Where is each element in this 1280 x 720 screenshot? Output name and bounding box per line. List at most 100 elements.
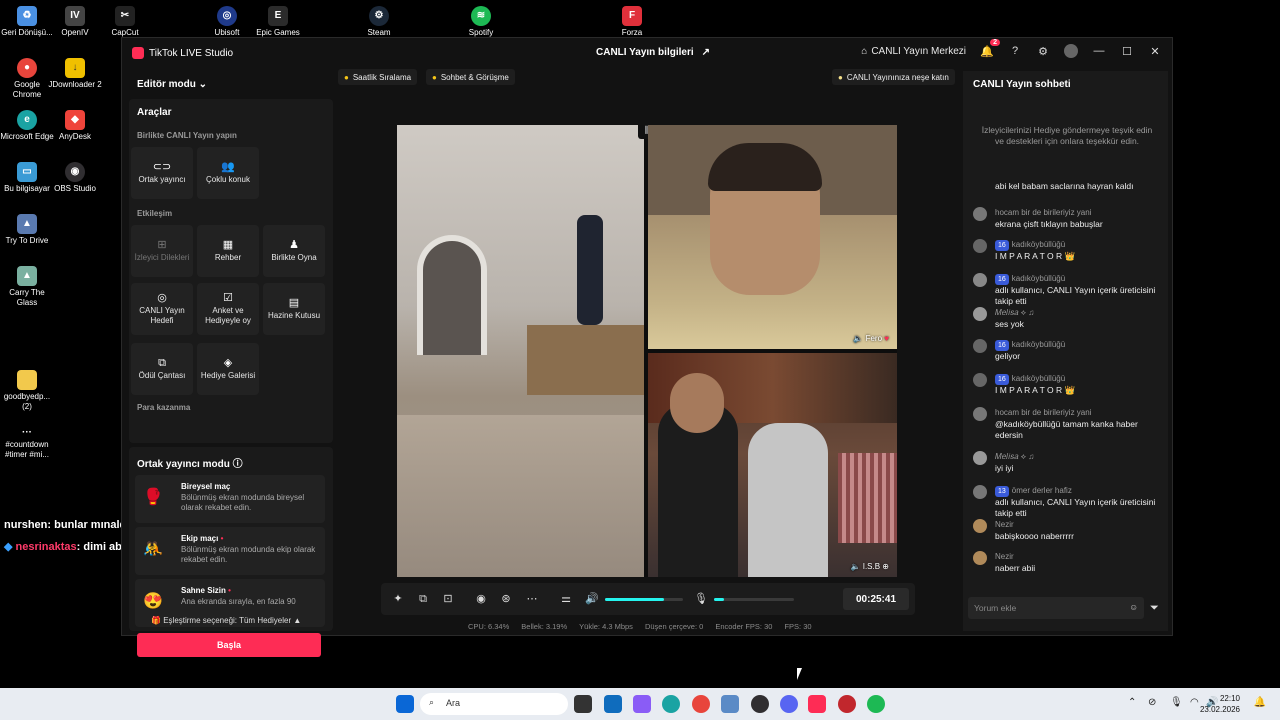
taskbar-search[interactable]: ⌕ Ara (420, 693, 568, 715)
cohost-button[interactable]: ⊂⊃ Ortak yayıncı (131, 147, 193, 199)
bell-tray-icon[interactable]: 🔔 (1254, 697, 1266, 708)
hourly-ranking-chip[interactable]: ● Saatlik Sıralama (338, 69, 418, 85)
record-icon[interactable]: ◉ (474, 592, 488, 606)
folder-icon[interactable]: goodbyedp... (2) (0, 370, 54, 412)
this-pc-icon[interactable]: ▭ Bu bilgisayar (0, 162, 54, 194)
task-view-icon[interactable] (574, 695, 592, 713)
chat-call-chip[interactable]: ● Sohbet & Görüşme (426, 69, 515, 85)
chat-username[interactable]: 𝑀𝑒𝑙𝑖𝑠𝑎 ⟡ ♫ (995, 307, 1034, 318)
avatar[interactable] (973, 551, 987, 565)
magic-wand-icon[interactable]: ✦ (391, 592, 405, 606)
countdown-file-icon[interactable]: ··· #countdown #timer #mi... (0, 428, 54, 460)
camera-switch-icon[interactable]: ⊛ (499, 592, 513, 606)
help-icon[interactable]: ⓘ (233, 459, 243, 470)
start-menu-icon[interactable] (396, 695, 414, 713)
chat-username[interactable]: Nezir (995, 519, 1014, 530)
recycle-bin-icon[interactable]: ♻ Geri Dönüşü... (0, 6, 54, 38)
more-icon[interactable]: ⋯ (525, 592, 539, 606)
avatar[interactable] (973, 451, 987, 465)
solo-match-option[interactable]: 🥊 Bireysel maç Bölünmüş ekran modunda bire… (135, 475, 325, 523)
filter-icon[interactable]: ⏷ (1150, 602, 1159, 615)
tiktok-live-taskbar-icon[interactable] (808, 695, 826, 713)
chrome-taskbar-icon[interactable] (692, 695, 710, 713)
emoji-icon[interactable]: ☺ (1129, 602, 1138, 612)
avatar[interactable] (973, 519, 987, 533)
editor-mode-dropdown[interactable]: Editör modu ⌄ (137, 79, 207, 90)
avatar[interactable] (973, 273, 987, 287)
capcut-icon[interactable]: ✂ CapCut (98, 6, 152, 38)
settings-taskbar-icon[interactable] (721, 695, 739, 713)
jdownloader-icon[interactable]: ↓ JDownloader 2 (48, 58, 102, 90)
treasure-box-button[interactable]: ▤ Hazine Kutusu (263, 283, 325, 335)
obs-icon[interactable]: ◉ OBS Studio (48, 162, 102, 194)
chat-username[interactable]: 16 kadıköybüllüğü (995, 339, 1065, 351)
discord-icon[interactable] (780, 695, 798, 713)
mic-tray-icon[interactable]: 🎙 (1170, 697, 1183, 708)
match-option-dropdown[interactable]: 🎁 Eşleştirme seçeneği: Tüm Hediyeler ▲ (151, 616, 301, 625)
join-fun-chip[interactable]: ● CANLI Yayınınıza neşe katın (832, 69, 955, 85)
chrome-icon[interactable]: ● Google Chrome (0, 58, 54, 100)
chat-username[interactable]: hocam bir de birileriyiz yani (995, 207, 1091, 218)
spotify-icon[interactable]: ≋ Spotify (454, 6, 508, 38)
guide-button[interactable]: ▦ Rehber (197, 225, 259, 277)
multi-guest-button[interactable]: 👥 Çoklu konuk (197, 147, 259, 199)
avatar[interactable] (1064, 44, 1078, 58)
spotify-taskbar-icon[interactable] (867, 695, 885, 713)
capture-taskbar-icon[interactable] (838, 695, 856, 713)
close-button[interactable]: ✕ (1148, 44, 1162, 58)
notification-bell-icon[interactable]: 🔔 2 (980, 39, 1000, 58)
edge-icon[interactable]: e Microsoft Edge (0, 110, 54, 142)
steam-icon[interactable]: ⚙ Steam (352, 6, 406, 38)
avatar[interactable] (973, 307, 987, 321)
chat-username[interactable]: Nezir (995, 551, 1014, 562)
chat-username[interactable]: hocam bir de birileriyiz yani (995, 407, 1091, 418)
tray-chevron-icon[interactable]: ⌃ (1128, 697, 1136, 708)
mic-volume-slider[interactable] (714, 598, 794, 601)
chat-username[interactable]: 16 kadıköybüllüğü (995, 273, 1065, 285)
live-preview[interactable]: ⫼ 🔈 Fero ♥ 🔈 I.S.B ⊕ (397, 125, 897, 577)
edge-taskbar-icon[interactable] (662, 695, 680, 713)
carry-the-glass-icon[interactable]: ▲ Carry The Glass (0, 266, 54, 308)
copilot-icon[interactable] (633, 695, 651, 713)
speaker-icon[interactable]: 🔊 (585, 592, 599, 606)
screen-capture-icon[interactable]: ⊡ (441, 592, 455, 606)
avatar[interactable] (973, 373, 987, 387)
live-info-title[interactable]: CANLI Yayın bilgileri ↗ (596, 47, 710, 58)
chat-list[interactable]: abi kel babam saclarına hayran kaldı hoca… (963, 181, 1168, 599)
try-to-drive-icon[interactable]: ▲ Try To Drive (0, 214, 54, 246)
maximize-button[interactable]: ☐ (1120, 44, 1134, 58)
help-icon[interactable]: ? (1008, 44, 1022, 58)
chat-username[interactable]: 16 kadıköybüllüğü (995, 239, 1065, 251)
start-button[interactable]: Başla (137, 633, 321, 657)
ubisoft-icon[interactable]: ◎ Ubisoft (200, 6, 254, 38)
viewer-requests-button[interactable]: ⊞ İzleyici Dilekleri (131, 225, 193, 277)
avatar[interactable] (973, 207, 987, 221)
forza-icon[interactable]: F Forza (605, 6, 659, 38)
microphone-icon[interactable]: 🎙 (694, 592, 708, 606)
chat-username[interactable]: 13 ömer derler hafiz (995, 485, 1072, 497)
outlook-icon[interactable] (604, 695, 622, 713)
epic-games-icon[interactable]: E Epic Games (251, 6, 305, 38)
network-icon[interactable]: ⊘ (1148, 697, 1156, 708)
team-match-option[interactable]: 🤼 Ekip maçı • Bölünmüş ekran modunda ekip … (135, 527, 325, 575)
wifi-icon[interactable]: ◠ (1190, 697, 1199, 708)
avatar[interactable] (973, 339, 987, 353)
obs-taskbar-icon[interactable] (751, 695, 769, 713)
minimize-button[interactable]: — (1092, 44, 1106, 58)
chat-username[interactable]: 16 kadıköybüllüğü (995, 373, 1065, 385)
live-center-link[interactable]: ⌂ CANLI Yayın Merkezi (861, 46, 966, 57)
gear-icon[interactable]: ⚙ (1036, 44, 1050, 58)
openiv-icon[interactable]: IV OpenIV (48, 6, 102, 38)
gift-gallery-button[interactable]: ◈ Hediye Galerisi (197, 343, 259, 395)
reward-bag-button[interactable]: ⧉ Ödül Çantası (131, 343, 193, 395)
poll-button[interactable]: ☑ Anket ve Hediyeyle oy (197, 283, 259, 335)
settings-sliders-icon[interactable]: ⚌ (559, 592, 573, 606)
avatar[interactable] (973, 485, 987, 499)
avatar[interactable] (973, 239, 987, 253)
comment-input[interactable]: Yorum ekle ☺ (968, 597, 1144, 619)
share-icon[interactable]: ↗ (702, 47, 710, 58)
taskbar-clock[interactable]: 22:10 23.02.2026 (1200, 693, 1240, 715)
live-goal-button[interactable]: ◎ CANLI Yayın Hedefi (131, 283, 193, 335)
avatar[interactable] (973, 407, 987, 421)
speaker-volume-slider[interactable] (605, 598, 683, 601)
